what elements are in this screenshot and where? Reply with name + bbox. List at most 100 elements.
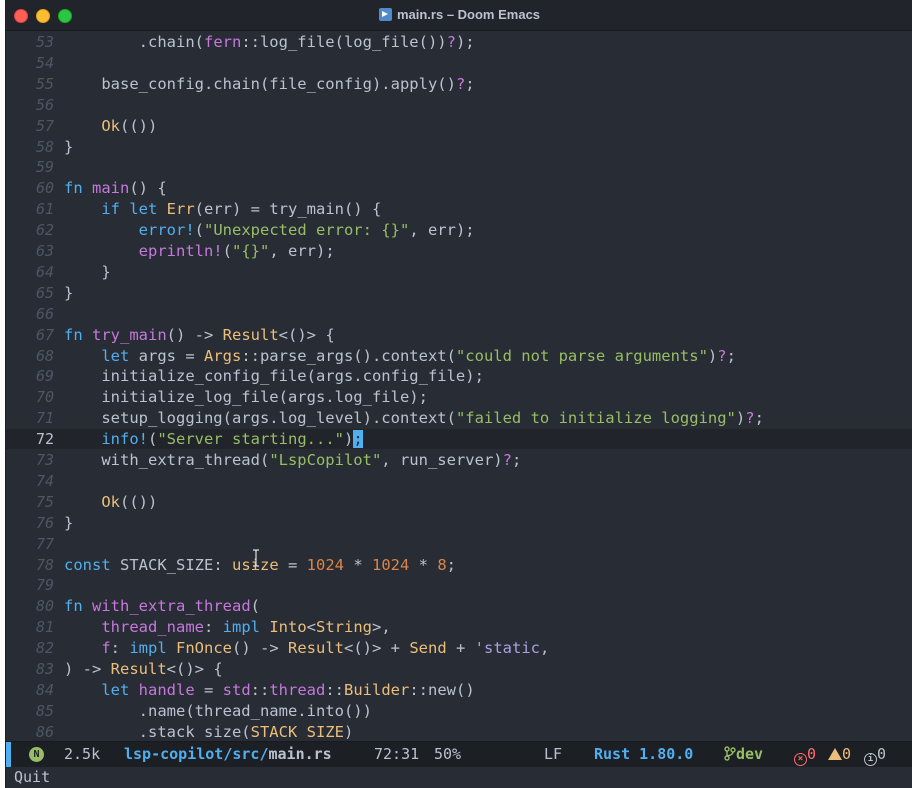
code-line[interactable]: 64 } — [6, 262, 912, 282]
code-token: String — [316, 618, 372, 636]
code-token: + — [446, 639, 475, 657]
line-number: 57 — [35, 117, 54, 135]
buffer-size: 2.5k — [64, 745, 101, 763]
code-token: ; — [754, 409, 764, 427]
minibuffer[interactable]: Quit — [6, 767, 912, 788]
code-token: let — [101, 347, 130, 365]
code-line[interactable]: 60 fn main() { — [6, 178, 912, 198]
code-line[interactable]: 56 — [6, 95, 912, 115]
code-token: FnOnce — [176, 639, 233, 657]
code-token: : — [110, 639, 130, 657]
code-text: let handle = std::thread::Builder::new() — [64, 680, 474, 700]
code-token: fn — [64, 326, 83, 344]
code-line[interactable]: 55 base_config.chain(file_config).apply(… — [6, 74, 912, 94]
code-token: <()> + — [344, 639, 410, 657]
code-token: Send — [409, 639, 447, 657]
code-line[interactable]: 68 let args = Args::parse_args().context… — [6, 346, 912, 366]
code-line[interactable]: 58} — [6, 137, 912, 157]
code-text: ) -> Result<()> { — [64, 659, 223, 679]
code-token: <()> { — [166, 660, 223, 678]
code-token: let — [101, 681, 130, 699]
code-line[interactable]: 70 initialize_log_file(args.log_file); — [6, 387, 912, 407]
warning-count[interactable]: 0 — [828, 742, 851, 767]
code-line[interactable]: 79 — [6, 575, 912, 595]
line-number: 81 — [35, 618, 54, 636]
code-token: ? — [446, 33, 456, 51]
code-token: ; — [511, 451, 522, 469]
code-line[interactable]: 78 const STACK_SIZE: usize = 1024 * 1024 … — [6, 555, 912, 575]
code-line[interactable]: 72 info!("Server starting..."); — [6, 429, 912, 449]
line-number: 69 — [35, 367, 54, 385]
code-token: (()) — [120, 493, 158, 511]
vcs-branch-name: dev — [736, 745, 764, 763]
code-token: handle — [138, 681, 195, 699]
code-line[interactable]: 65} — [6, 283, 912, 303]
code-token: Ok — [101, 117, 120, 135]
code-line[interactable]: 74 — [6, 471, 912, 491]
buffer-path[interactable]: lsp-copilot/src/main.rs — [124, 742, 332, 767]
code-text: setup_logging(args.log_level).context("f… — [64, 408, 764, 428]
code-line[interactable]: 84 let handle = std::thread::Builder::ne… — [6, 680, 912, 700]
major-mode[interactable]: Rust 1.80.0 — [594, 742, 693, 767]
warning-count-value: 0 — [842, 745, 852, 763]
code-text: error!("Unexpected error: {}", err); — [64, 220, 475, 240]
code-line[interactable]: 71 setup_logging(args.log_level).context… — [6, 408, 912, 428]
code-line[interactable]: 77 — [6, 534, 912, 554]
code-token: Builder — [344, 681, 410, 699]
code-line[interactable]: 76} — [6, 513, 912, 533]
code-line[interactable]: 62 error!("Unexpected error: {}", err); — [6, 220, 912, 240]
code-token: if let — [101, 200, 158, 218]
code-line[interactable]: 73 with_extra_thread("LspCopilot", run_s… — [6, 450, 912, 470]
text-cursor: ; — [353, 430, 363, 448]
code-line[interactable]: 80 fn with_extra_thread( — [6, 596, 912, 616]
code-line[interactable]: 66 — [6, 304, 912, 324]
code-text: info!("Server starting..."); — [64, 429, 363, 449]
code-text: .name(thread_name.into()) — [64, 701, 372, 721]
code-editor[interactable]: 53 .chain(fern::log_file(log_file())?); 5… — [6, 32, 912, 740]
code-line[interactable]: 57 Ok(()) — [6, 116, 912, 136]
code-line[interactable]: 59 — [6, 157, 912, 177]
code-token: f — [101, 639, 111, 657]
code-line[interactable]: 82 f: impl FnOnce() -> Result<()> + Send… — [6, 638, 912, 658]
code-text: } — [64, 137, 73, 157]
code-token: fern — [203, 33, 242, 51]
warning-icon — [828, 748, 842, 760]
line-number: 63 — [35, 242, 54, 260]
code-token: >, — [372, 618, 391, 636]
code-line[interactable]: 83) -> Result<()> { — [6, 659, 912, 679]
line-number: 72 — [35, 430, 54, 448]
code-line[interactable]: 69 initialize_config_file(args.config_fi… — [6, 366, 912, 386]
code-token: thread — [269, 681, 326, 699]
line-number: 55 — [35, 75, 54, 93]
code-token: "failed to initialize logging" — [455, 409, 736, 427]
code-line[interactable]: 63 eprintln!("{}", err); — [6, 241, 912, 261]
code-token: * — [344, 556, 372, 574]
code-line[interactable]: 67 fn try_main() -> Result<()> { — [6, 325, 912, 345]
buffer-path-dir: lsp-copilot/src/ — [124, 745, 269, 763]
vcs-branch[interactable]: dev — [724, 742, 763, 767]
code-line[interactable]: 53 .chain(fern::log_file(log_file())?); — [6, 32, 912, 52]
line-ending[interactable]: LF — [544, 742, 562, 767]
line-number: 58 — [35, 138, 54, 156]
code-token: args = — [129, 347, 204, 365]
code-line[interactable]: 75 Ok(()) — [6, 492, 912, 512]
code-line[interactable]: 61 if let Err(err) = try_main() { — [6, 199, 912, 219]
line-number: 77 — [35, 535, 54, 553]
error-count[interactable]: × 0 — [794, 742, 816, 767]
code-token: ; — [726, 347, 736, 365]
code-line[interactable]: 86 .stack_size(STACK_SIZE) — [6, 722, 912, 740]
modeline-active-bar — [6, 742, 11, 767]
code-line[interactable]: 54 — [6, 53, 912, 73]
code-line[interactable]: 85 .name(thread_name.into()) — [6, 701, 912, 721]
line-number: 73 — [35, 451, 54, 469]
code-line[interactable]: 81 thread_name: impl Into<String>, — [6, 617, 912, 637]
line-number: 78 — [35, 556, 54, 574]
info-count[interactable]: i0 — [864, 742, 886, 767]
code-text: } — [64, 513, 73, 533]
